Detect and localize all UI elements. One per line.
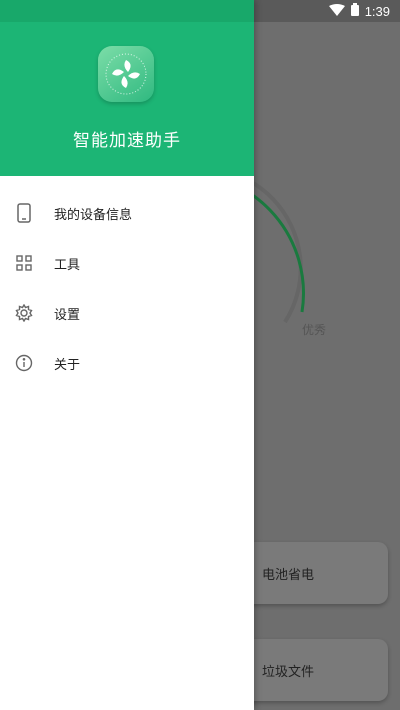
phone-icon bbox=[14, 203, 34, 223]
rating-label: 优秀 bbox=[302, 323, 327, 337]
menu-label-about: 关于 bbox=[54, 357, 81, 373]
battery-icon bbox=[350, 3, 359, 19]
info-icon bbox=[14, 353, 34, 373]
status-time: 1:39 bbox=[364, 3, 390, 19]
app-logo-icon bbox=[98, 46, 154, 102]
menu-item-about[interactable]: 关于 bbox=[0, 338, 254, 388]
menu-item-settings[interactable]: 设置 bbox=[0, 288, 254, 338]
battery-saver-label: 电池省电 bbox=[262, 568, 315, 583]
grid-icon bbox=[14, 253, 34, 273]
app-title: 智能加速助手 bbox=[73, 131, 181, 151]
menu-item-tools[interactable]: 工具 bbox=[0, 238, 254, 288]
menu-label-tools: 工具 bbox=[54, 257, 81, 273]
navigation-drawer: 智能加速助手 我的设备信息 工具 设置 关于 bbox=[0, 0, 254, 710]
menu-label-device-info: 我的设备信息 bbox=[54, 207, 133, 223]
drawer-menu: 我的设备信息 工具 设置 关于 bbox=[0, 176, 254, 388]
status-right: 1:39 bbox=[328, 3, 390, 19]
menu-label-settings: 设置 bbox=[54, 307, 81, 323]
junk-files-card[interactable]: 垃圾文件 bbox=[238, 639, 388, 701]
battery-saver-card[interactable]: 电池省电 bbox=[238, 542, 388, 604]
junk-files-label: 垃圾文件 bbox=[262, 665, 315, 680]
drawer-header: 智能加速助手 bbox=[0, 22, 254, 176]
gear-icon bbox=[14, 303, 34, 323]
wifi-icon bbox=[328, 3, 345, 19]
drawer-status-bar bbox=[0, 0, 254, 22]
menu-item-device-info[interactable]: 我的设备信息 bbox=[0, 188, 254, 238]
